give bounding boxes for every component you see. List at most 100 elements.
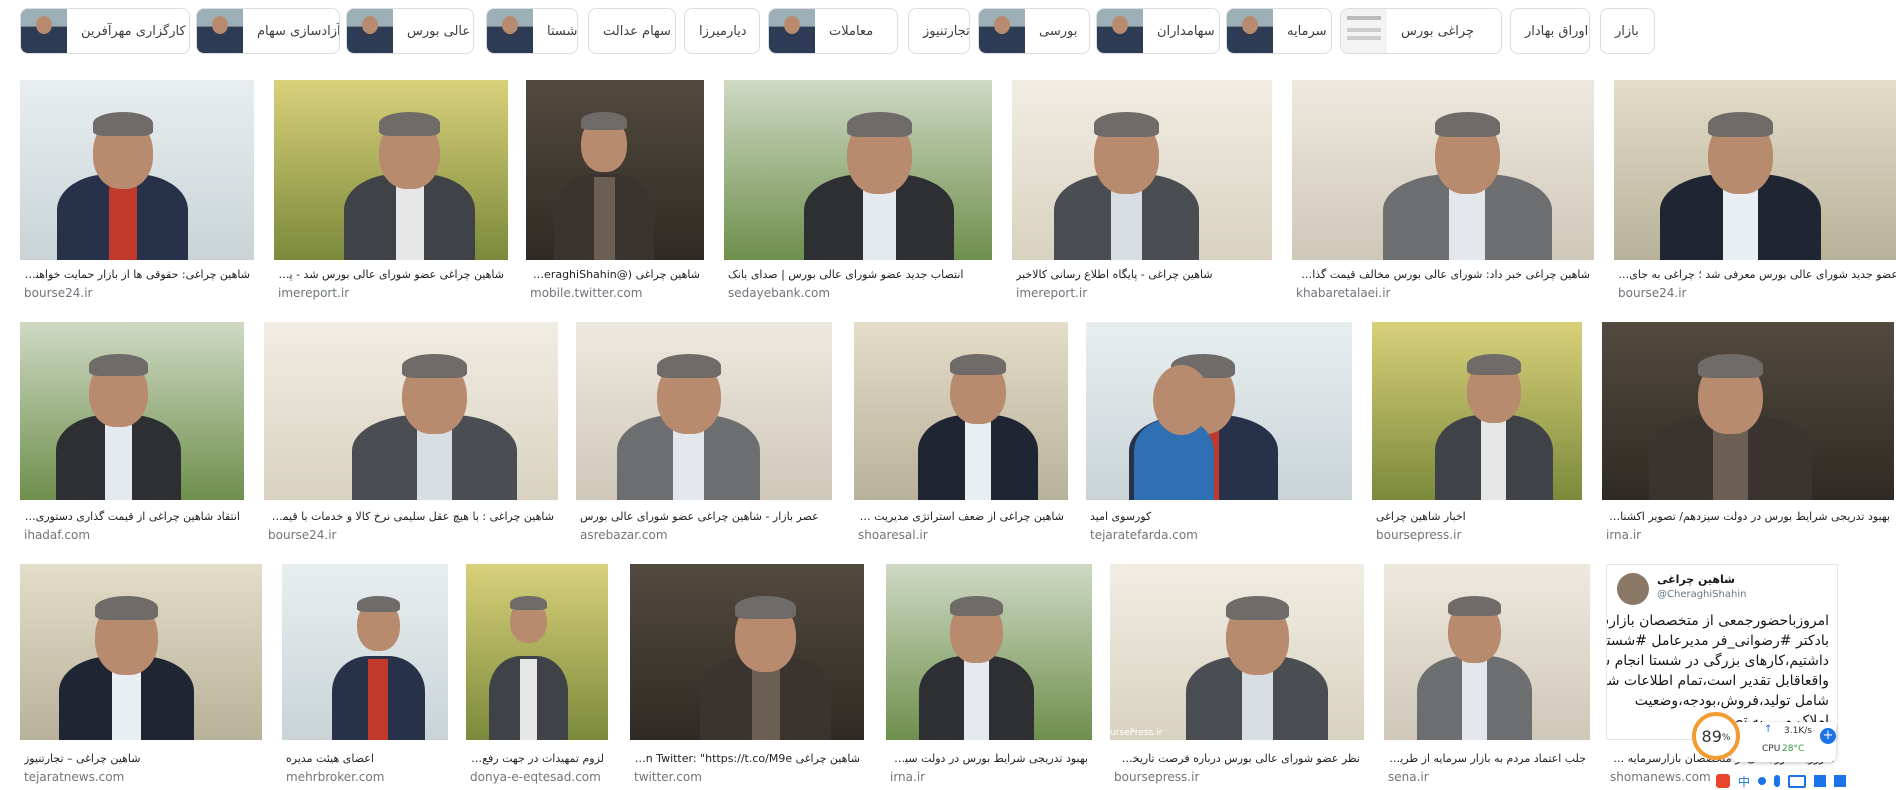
- input-method-icon[interactable]: [1716, 774, 1730, 788]
- result-title[interactable]: شاهین چراغی از ضعف استراتژی مدیریت بورس …: [858, 510, 1064, 523]
- image-result-card[interactable]: جلب اعتماد مردم به بازار سرمایه از طریق …: [1384, 564, 1590, 788]
- result-source[interactable]: sena.ir: [1388, 770, 1429, 784]
- image-result-card[interactable]: شاهین چراغی – تجارتنیوز tejaratnews.com: [20, 564, 262, 788]
- result-thumbnail[interactable]: [264, 322, 558, 500]
- result-source[interactable]: tejaratnews.com: [24, 770, 124, 784]
- result-source[interactable]: sedayebank.com: [728, 286, 830, 300]
- result-source[interactable]: bourse24.ir: [1618, 286, 1686, 300]
- image-result-card[interactable]: شاهین چراغی: حقوقی ها از بازار حمایت خوا…: [20, 80, 254, 304]
- result-source[interactable]: boursepress.ir: [1376, 528, 1461, 542]
- result-thumbnail[interactable]: [886, 564, 1092, 740]
- result-source[interactable]: mehrbroker.com: [286, 770, 384, 784]
- result-thumbnail[interactable]: [576, 322, 832, 500]
- image-result-card[interactable]: شاهین چراغی از ضعف استراتژی مدیریت بورس …: [854, 322, 1068, 546]
- image-result-card[interactable]: عصر بازار - شاهین چراغی عضو شورای عالی ب…: [576, 322, 832, 546]
- result-title[interactable]: شاهین چراغی عضو شورای عالی بورس شد - پای…: [278, 268, 504, 281]
- image-result-card[interactable]: بهبود تدریجی شرایط بورس در دولت سیزدهم/.…: [886, 564, 1092, 788]
- filter-chip[interactable]: بازار: [1600, 8, 1655, 54]
- result-thumbnail[interactable]: [20, 564, 262, 740]
- result-thumbnail[interactable]: [526, 80, 704, 260]
- result-thumbnail[interactable]: [854, 322, 1068, 500]
- result-source[interactable]: boursepress.ir: [1114, 770, 1199, 784]
- result-source[interactable]: irna.ir: [1606, 528, 1641, 542]
- result-title[interactable]: شاهین چراغی : با هیچ عقل سلیمی نرخ کالا …: [268, 510, 554, 523]
- result-thumbnail[interactable]: [1614, 80, 1896, 260]
- result-title[interactable]: شاهین چراغی خبر داد: شورای عالی بورس مخا…: [1296, 268, 1590, 281]
- result-thumbnail[interactable]: [724, 80, 992, 260]
- image-result-card[interactable]: شاهین چراغی خبر داد: شورای عالی بورس مخا…: [1292, 80, 1594, 304]
- result-thumbnail[interactable]: [1384, 564, 1590, 740]
- result-thumbnail[interactable]: [20, 322, 244, 500]
- image-result-card[interactable]: شاهین چراغی عضو شورای عالی بورس شد - پای…: [274, 80, 508, 304]
- image-result-card[interactable]: شاهین چراغی : با هیچ عقل سلیمی نرخ کالا …: [264, 322, 558, 546]
- image-result-card[interactable]: انتقاد شاهین چراغی از قیمت گذاری دستوری …: [20, 322, 244, 546]
- filter-chip[interactable]: سرمایه: [1226, 8, 1332, 54]
- image-result-card[interactable]: بهبود تدریجی شرایط بورس در دولت سیزدهم/ …: [1602, 322, 1894, 546]
- result-title[interactable]: شاهین چراغی (@CheraghiShahin): [530, 268, 700, 281]
- filter-chip[interactable]: سهامداران: [1096, 8, 1220, 54]
- filter-chip[interactable]: کارگزاری مهرآفرین: [20, 8, 190, 54]
- result-source[interactable]: shoaresal.ir: [858, 528, 928, 542]
- shirt-icon[interactable]: [1814, 775, 1827, 787]
- image-result-card[interactable]: اعضای هیئت مدیره mehrbroker.com: [282, 564, 448, 788]
- image-result-card[interactable]: کورسوی امید tejaratefarda.com: [1086, 322, 1352, 546]
- filter-chip[interactable]: معاملات: [768, 8, 898, 54]
- image-result-card[interactable]: شاهین چراغی on Twitter: "https://t.co/M9…: [630, 564, 864, 788]
- result-source[interactable]: asrebazar.com: [580, 528, 668, 542]
- image-result-card[interactable]: شاهین چراغی - پایگاه اطلاع رسانی کالاخبر…: [1012, 80, 1272, 304]
- image-result-card[interactable]: شاهین چراغی (@CheraghiShahin) mobile.twit…: [526, 80, 704, 304]
- result-thumbnail[interactable]: [1086, 322, 1352, 500]
- filter-chip[interactable]: شستا: [486, 8, 578, 54]
- result-title[interactable]: عضو جدید شورای عالی بورس معرفی شد ؛ چراغ…: [1618, 268, 1896, 281]
- result-title[interactable]: اعضای هیئت مدیره: [286, 752, 444, 765]
- result-thumbnail[interactable]: [1372, 322, 1582, 500]
- result-source[interactable]: imereport.ir: [278, 286, 349, 300]
- result-thumbnail[interactable]: [20, 80, 254, 260]
- result-thumbnail[interactable]: [1292, 80, 1594, 260]
- result-source[interactable]: shomanews.com: [1610, 770, 1711, 784]
- result-title[interactable]: شاهین چراغی on Twitter: "https://t.co/M9…: [634, 752, 860, 765]
- image-result-card[interactable]: اخبار شاهین چراغی boursepress.ir: [1372, 322, 1582, 546]
- result-source[interactable]: khabaretalaei.ir: [1296, 286, 1390, 300]
- result-source[interactable]: bourse24.ir: [24, 286, 92, 300]
- system-monitor-widget[interactable]: ↑ 3.1K/s CPU 28°C + 89%: [1692, 712, 1842, 764]
- result-title[interactable]: نظر عضو شورای عالی بورس درباره فرصت تاری…: [1114, 752, 1360, 765]
- keyboard-icon[interactable]: [1788, 774, 1807, 788]
- result-title[interactable]: انتقاد شاهین چراغی از قیمت گذاری دستوری …: [24, 510, 240, 523]
- result-title[interactable]: جلب اعتماد مردم به بازار سرمایه از طریق …: [1388, 752, 1586, 765]
- result-thumbnail[interactable]: ursePress.ir: [1110, 564, 1364, 740]
- result-title[interactable]: انتصاب جدید عضو شورای عالی بورس | صدای ب…: [728, 268, 988, 281]
- result-title[interactable]: بهبود تدریجی شرایط بورس در دولت سیزدهم/.…: [890, 752, 1088, 765]
- result-thumbnail[interactable]: [274, 80, 508, 260]
- filter-chip[interactable]: عالی بورس: [346, 8, 474, 54]
- image-result-card[interactable]: عضو جدید شورای عالی بورس معرفی شد ؛ چراغ…: [1614, 80, 1896, 304]
- result-source[interactable]: tejaratefarda.com: [1090, 528, 1198, 542]
- result-source[interactable]: twitter.com: [634, 770, 702, 784]
- result-thumbnail[interactable]: [630, 564, 864, 740]
- result-thumbnail[interactable]: [282, 564, 448, 740]
- result-source[interactable]: irna.ir: [890, 770, 925, 784]
- filter-chip[interactable]: دیارمیرزا: [684, 8, 760, 54]
- result-thumbnail[interactable]: [1012, 80, 1272, 260]
- plus-icon[interactable]: +: [1820, 728, 1836, 744]
- result-title[interactable]: شاهین چراغی - پایگاه اطلاع رسانی کالاخبر: [1016, 268, 1268, 281]
- result-source[interactable]: ihadaf.com: [24, 528, 90, 542]
- image-result-card[interactable]: لزوم تمهیدات در جهت رفع چالـ... donya-e-e…: [466, 564, 608, 788]
- result-title[interactable]: لزوم تمهیدات در جهت رفع چالـ...: [470, 752, 604, 765]
- filter-chip[interactable]: بورسی: [978, 8, 1090, 54]
- result-source[interactable]: donya-e-eqtesad.com: [470, 770, 601, 784]
- result-source[interactable]: mobile.twitter.com: [530, 286, 642, 300]
- result-title[interactable]: شاهین چراغی – تجارتنیوز: [24, 752, 258, 765]
- result-source[interactable]: bourse24.ir: [268, 528, 336, 542]
- result-title[interactable]: شاهین چراغی: حقوقی ها از بازار حمایت خوا…: [24, 268, 250, 281]
- result-title[interactable]: اخبار شاهین چراغی: [1376, 510, 1578, 523]
- grid-icon[interactable]: [1834, 775, 1847, 787]
- filter-chip[interactable]: آزادسازی سهام: [196, 8, 340, 54]
- microphone-icon[interactable]: [1774, 775, 1781, 787]
- filter-chip[interactable]: تجارتنیوز: [908, 8, 970, 54]
- result-title[interactable]: کورسوی امید: [1090, 510, 1348, 523]
- filter-chip[interactable]: چراغی بورس: [1340, 8, 1502, 54]
- result-title[interactable]: عصر بازار - شاهین چراغی عضو شورای عالی ب…: [580, 510, 828, 523]
- image-result-card[interactable]: ursePress.ir نظر عضو شورای عالی بورس دربا…: [1110, 564, 1364, 788]
- result-title[interactable]: بهبود تدریجی شرایط بورس در دولت سیزدهم/ …: [1606, 510, 1890, 523]
